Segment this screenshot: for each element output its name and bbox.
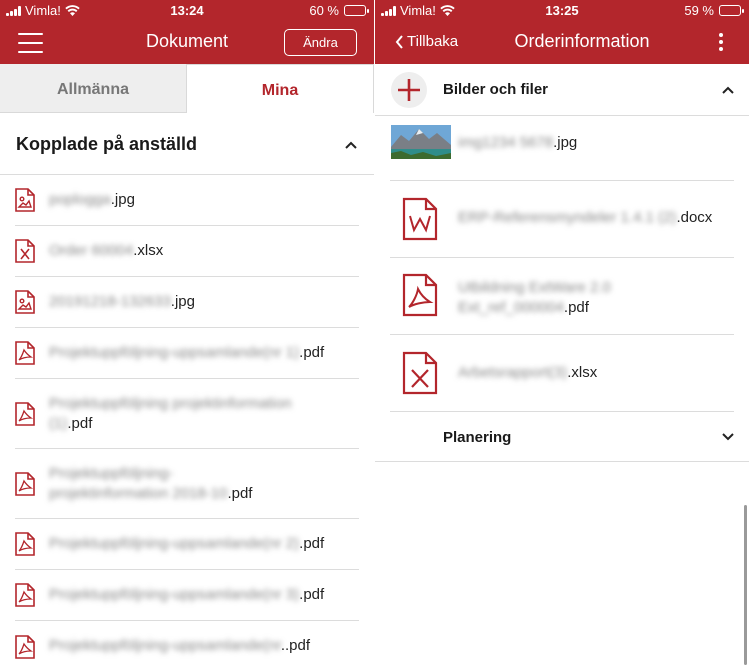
documents-screen: Vimla! 13:24 60 % Dokument Ändra Allmänn…: [0, 0, 374, 670]
file-name: Projektuppföljning-uppsamlande(nr..pdf: [49, 637, 310, 654]
list-item[interactable]: ERP-Referensmyndeler 1.4.1 (2).docx: [390, 181, 734, 258]
more-vertical-icon[interactable]: [719, 33, 723, 51]
battery-icon: [719, 5, 744, 16]
list-item[interactable]: Projektuppföljning-uppsamlande(nr..pdf: [15, 621, 359, 670]
pdf-file-icon: [402, 273, 438, 317]
excel-file-icon: [15, 239, 35, 263]
list-item[interactable]: Projektuppföljning-projektinformation 20…: [15, 449, 359, 519]
battery-percent: 59 %: [684, 3, 714, 18]
list-item[interactable]: Projektuppföljning-uppsamlande(nr 3).pdf: [15, 570, 359, 621]
excel-file-icon: [402, 351, 438, 395]
scrollbar[interactable]: [744, 505, 747, 665]
tab-mine[interactable]: Mina: [186, 64, 374, 113]
pdf-file-icon: [15, 341, 35, 365]
image-file-icon: [15, 290, 35, 314]
pdf-file-icon: [15, 583, 35, 607]
status-bar: Vimla! 13:25 59 %: [375, 0, 749, 22]
edit-button[interactable]: Ändra: [284, 29, 357, 56]
list-item[interactable]: Projektuppföljning projektinformation (1)…: [15, 379, 359, 449]
battery: 60 %: [309, 3, 369, 18]
pdf-file-icon: [15, 532, 35, 556]
page-title: Orderinformation: [514, 31, 650, 51]
file-name: Utbildning ExtWare 2.0 Ext_ref_000004.pdf: [458, 279, 611, 316]
list-item[interactable]: Projektuppföljning-uppsamlande(nr 1).pdf: [15, 328, 359, 379]
file-name: img1234 5678.jpg: [458, 134, 578, 151]
section-title: Kopplade på anställd: [16, 134, 198, 154]
file-name: ERP-Referensmyndeler 1.4.1 (2).docx: [458, 209, 713, 226]
file-name: poplogga.jpg: [49, 191, 135, 208]
file-name: Arbetsrapport(3).xlsx: [458, 364, 598, 381]
chevron-up-icon[interactable]: [722, 86, 734, 94]
image-thumbnail: [391, 125, 451, 159]
add-button[interactable]: [391, 72, 427, 108]
file-name: Projektuppföljning-projektinformation 20…: [49, 465, 253, 502]
list-item[interactable]: Projektuppföljning-uppsamlande(nr 2).pdf: [15, 519, 359, 570]
tab-bar: Allmänna Mina: [0, 64, 374, 113]
file-name: Projektuppföljning-uppsamlande(nr 3).pdf: [49, 586, 325, 603]
list-item[interactable]: img1234 5678.jpg: [390, 116, 734, 181]
file-name: Projektuppföljning-uppsamlande(nr 1).pdf: [49, 344, 325, 361]
pdf-file-icon: [15, 401, 35, 426]
chevron-left-icon: [395, 34, 403, 49]
image-file-icon: [15, 188, 35, 212]
list-item[interactable]: Utbildning ExtWare 2.0 Ext_ref_000004.pdf: [390, 258, 734, 335]
battery-icon: [344, 5, 369, 16]
file-list: poplogga.jpg Order 60004.xlsx 20191218-1…: [0, 175, 374, 670]
chevron-down-icon[interactable]: [722, 433, 734, 441]
section-header[interactable]: Kopplade på anställd: [0, 113, 374, 175]
chevron-up-icon[interactable]: [345, 141, 357, 149]
file-name: Projektuppföljning projektinformation (1)…: [49, 395, 292, 432]
pdf-file-icon: [15, 634, 35, 659]
list-item[interactable]: poplogga.jpg: [15, 175, 359, 226]
file-name: Projektuppföljning-uppsamlande(nr 2).pdf: [49, 535, 325, 552]
plus-icon: [398, 79, 420, 101]
nav-bar: Dokument Ändra: [0, 22, 374, 64]
status-bar: Vimla! 13:24 60 %: [0, 0, 374, 22]
file-name: Order 60004.xlsx: [49, 242, 164, 259]
file-name: 20191218-132633.jpg: [49, 293, 195, 310]
tab-general[interactable]: Allmänna: [0, 64, 186, 113]
section-title: Planering: [443, 429, 512, 446]
section-header-files[interactable]: Bilder och filer: [375, 64, 749, 116]
battery: 59 %: [684, 3, 744, 18]
nav-bar: Tillbaka Orderinformation: [375, 22, 749, 64]
section-title: Bilder och filer: [443, 81, 549, 98]
list-item[interactable]: Arbetsrapport(3).xlsx: [390, 335, 734, 412]
word-file-icon: [402, 197, 438, 241]
list-item[interactable]: Order 60004.xlsx: [15, 226, 359, 277]
pdf-file-icon: [15, 471, 35, 496]
list-item[interactable]: 20191218-132633.jpg: [15, 277, 359, 328]
battery-percent: 60 %: [309, 3, 339, 18]
order-info-screen: Vimla! 13:25 59 % Tillbaka Orderinformat…: [375, 0, 749, 670]
section-header-planning[interactable]: Planering: [375, 412, 749, 462]
